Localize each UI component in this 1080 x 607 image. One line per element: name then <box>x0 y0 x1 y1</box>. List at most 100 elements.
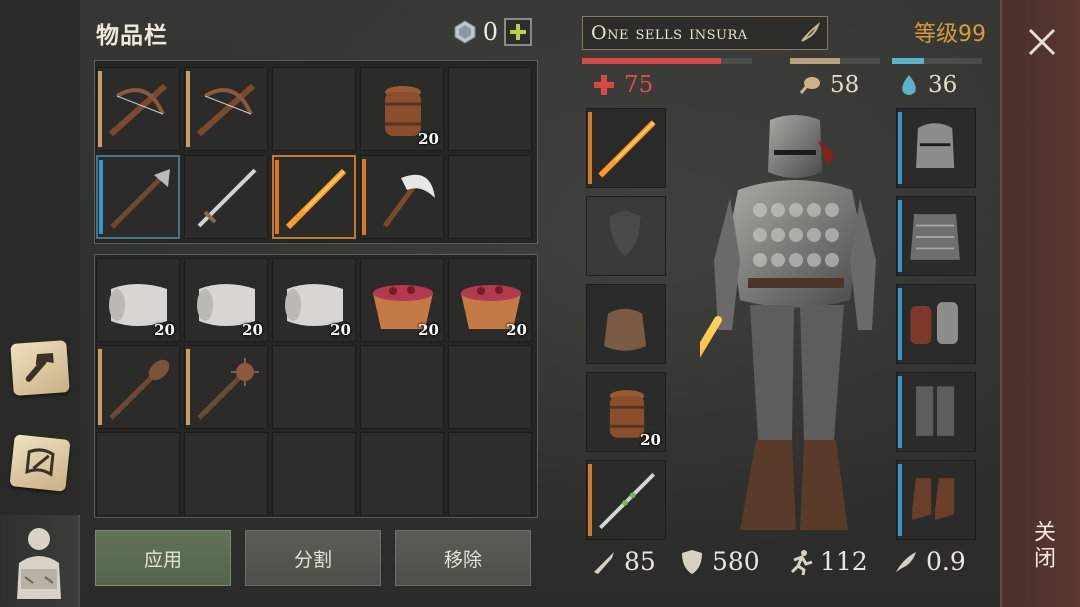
item-quantity: 20 <box>418 130 439 148</box>
item-quantity: 20 <box>242 321 263 339</box>
inv-slot-top-0[interactable] <box>96 67 180 151</box>
inv-slot-top-5[interactable] <box>96 155 180 239</box>
shield-placeholder-icon <box>609 210 641 257</box>
sword-icon <box>197 168 257 228</box>
item-quantity: 20 <box>154 321 175 339</box>
split-button[interactable]: 分割 <box>245 530 381 586</box>
inv-slot-bottom-7[interactable] <box>272 345 356 429</box>
inv-slot-bottom-13[interactable] <box>360 432 444 516</box>
inventory-title: 物品栏 <box>96 23 168 49</box>
equip-left-slot-1[interactable] <box>586 196 666 276</box>
sword-attack-icon <box>594 551 614 574</box>
food-bar <box>790 58 880 64</box>
water-bar <box>892 58 982 64</box>
equip-left-slot-0[interactable] <box>586 108 666 188</box>
inv-slot-top-8[interactable] <box>360 155 444 239</box>
inv-slot-bottom-2[interactable]: 20 <box>272 258 356 342</box>
inv-slot-bottom-3[interactable]: 20 <box>360 258 444 342</box>
attack-stat: 85 <box>590 547 656 576</box>
character-inventory-icon <box>17 528 61 599</box>
food-stat: 58 <box>798 72 859 98</box>
inventory-tab[interactable] <box>0 515 80 607</box>
scale-armor-icon <box>910 214 960 260</box>
quill-weight-icon <box>896 551 916 572</box>
character-name: One sells insura <box>591 22 748 44</box>
equip-left-slot-3[interactable]: 20 <box>586 372 666 452</box>
item-quantity: 20 <box>640 431 661 449</box>
water-drop-icon <box>902 75 916 95</box>
remove-button[interactable]: 移除 <box>395 530 531 586</box>
gauntlets-icon <box>910 302 958 345</box>
item-quantity: 20 <box>330 321 351 339</box>
item-quantity: 20 <box>506 321 527 339</box>
health-bar <box>582 58 752 64</box>
inv-slot-bottom-10[interactable] <box>96 432 180 516</box>
quest-scroll-icon <box>9 434 71 492</box>
quests-tab[interactable] <box>0 420 80 506</box>
inv-slot-bottom-0[interactable]: 20 <box>96 258 180 342</box>
left-sidebar <box>0 0 80 607</box>
character-knight-model <box>700 115 876 530</box>
add-currency-button[interactable] <box>504 18 532 46</box>
shield-armor-icon <box>682 549 702 574</box>
inv-slot-bottom-8[interactable] <box>360 345 444 429</box>
weight-stat: 0.9 <box>892 547 966 576</box>
water-stat: 36 <box>898 72 957 98</box>
pouch-icon <box>604 308 647 351</box>
item-quantity: 20 <box>418 321 439 339</box>
currency-display: 0 <box>453 18 532 46</box>
inv-slot-bottom-12[interactable] <box>272 432 356 516</box>
water-value: 36 <box>928 72 958 98</box>
close-icon[interactable] <box>1022 22 1062 62</box>
inv-slot-bottom-14[interactable] <box>448 432 532 516</box>
craft-hammer-icon <box>10 340 70 396</box>
inv-slot-bottom-6[interactable] <box>184 345 268 429</box>
running-speed-icon <box>790 549 813 575</box>
meat-icon <box>799 77 820 94</box>
inv-slot-top-6[interactable] <box>184 155 268 239</box>
health-cross-icon <box>594 75 614 95</box>
gem-icon <box>454 20 476 44</box>
inv-slot-bottom-1[interactable]: 20 <box>184 258 268 342</box>
inv-slot-bottom-5[interactable] <box>96 345 180 429</box>
flaming-sword-icon <box>285 168 347 230</box>
equip-right-slot-4[interactable] <box>896 460 976 540</box>
speed-value: 112 <box>820 547 868 576</box>
equip-left-slot-2[interactable] <box>586 284 666 364</box>
mace-icon <box>109 359 170 420</box>
inv-slot-top-9[interactable] <box>448 155 532 239</box>
equip-right-slot-0[interactable] <box>896 108 976 188</box>
inv-slot-bottom-9[interactable] <box>448 345 532 429</box>
crafting-tab[interactable] <box>0 325 80 411</box>
inv-slot-top-2[interactable] <box>272 67 356 151</box>
crossbow-icon <box>197 83 255 137</box>
close-panel[interactable]: 关闭 <box>1000 0 1080 607</box>
food-value: 58 <box>830 72 860 98</box>
equip-right-slot-3[interactable] <box>896 372 976 452</box>
equip-right-slot-1[interactable] <box>896 196 976 276</box>
speed-stat: 112 <box>786 547 868 576</box>
attack-value: 85 <box>624 547 656 576</box>
inv-slot-bottom-11[interactable] <box>184 432 268 516</box>
boots-icon <box>912 478 955 521</box>
morningstar-icon <box>197 358 259 420</box>
inv-slot-bottom-4[interactable]: 20 <box>448 258 532 342</box>
flaming-sword-icon <box>598 120 656 178</box>
character-name-field[interactable]: One sells insura <box>582 16 828 50</box>
armor-stat: 580 <box>678 547 760 576</box>
inv-slot-top-7[interactable] <box>272 155 356 239</box>
inv-slot-top-1[interactable] <box>184 67 268 151</box>
weight-value: 0.9 <box>926 547 966 576</box>
inv-slot-top-3[interactable]: 20 <box>360 67 444 151</box>
armor-value: 580 <box>712 547 760 576</box>
level-label: 等级99 <box>914 22 986 47</box>
currency-value: 0 <box>482 18 498 46</box>
inv-slot-top-4[interactable] <box>448 67 532 151</box>
equip-right-slot-2[interactable] <box>896 284 976 364</box>
apply-button[interactable]: 应用 <box>95 530 231 586</box>
plus-icon <box>510 24 526 40</box>
crossbow-icon <box>109 83 167 137</box>
great-helm-icon <box>916 123 955 169</box>
equip-left-slot-4[interactable] <box>586 460 666 540</box>
feather-edit-icon <box>801 22 820 42</box>
